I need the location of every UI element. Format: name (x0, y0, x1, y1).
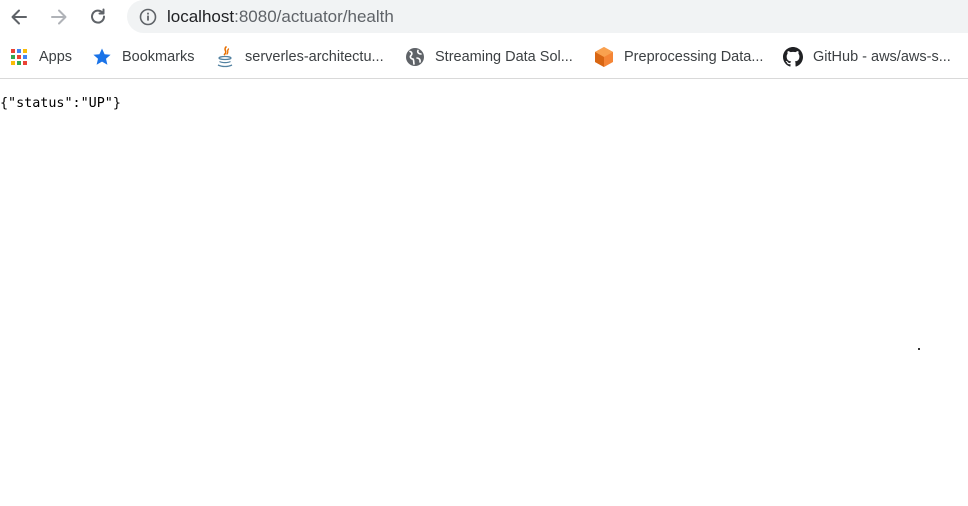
back-button[interactable] (5, 4, 33, 30)
aws-cube-icon (594, 47, 614, 67)
stray-pixel (918, 348, 920, 350)
bookmark-label: Apps (39, 49, 73, 65)
url-text[interactable]: localhost:8080/actuator/health (167, 7, 394, 27)
back-arrow-icon (9, 7, 29, 27)
url-host: localhost (167, 6, 235, 26)
bookmark-label: GitHub - aws/aws-s... (813, 49, 951, 65)
globe-icon (405, 47, 425, 67)
address-bar[interactable]: localhost:8080/actuator/health (127, 0, 968, 33)
bookmark-apps[interactable]: Apps (9, 46, 72, 68)
reload-button[interactable] (84, 4, 112, 30)
apps-grid-icon (9, 47, 29, 67)
java-icon (215, 46, 235, 68)
bookmark-label: Preprocessing Data... (624, 49, 764, 65)
bookmark-label: serverles-architectu... (245, 49, 384, 65)
star-icon (92, 47, 112, 67)
bookmark-label: Streaming Data Sol... (435, 49, 573, 65)
bookmark-label: Bookmarks (122, 49, 195, 65)
forward-arrow-icon (49, 7, 69, 27)
forward-button[interactable] (45, 4, 73, 30)
bookmark-github[interactable]: GitHub - aws/aws-s... (783, 46, 951, 68)
bookmark-serverless-architecture[interactable]: serverles-architectu... (215, 46, 384, 68)
json-response-text: {"status":"UP"} (0, 96, 121, 111)
bookmark-streaming-data[interactable]: Streaming Data Sol... (405, 46, 573, 68)
bookmark-bookmarks[interactable]: Bookmarks (92, 46, 195, 68)
bookmarks-bar: Apps Bookmarks serverles-architectu... S… (0, 38, 968, 79)
bookmark-preprocessing-data[interactable]: Preprocessing Data... (594, 46, 763, 68)
github-icon (783, 47, 803, 67)
reload-icon (88, 7, 108, 27)
url-path: :8080/actuator/health (234, 6, 394, 26)
site-info-icon[interactable] (139, 8, 157, 26)
browser-toolbar: localhost:8080/actuator/health (0, 0, 968, 36)
